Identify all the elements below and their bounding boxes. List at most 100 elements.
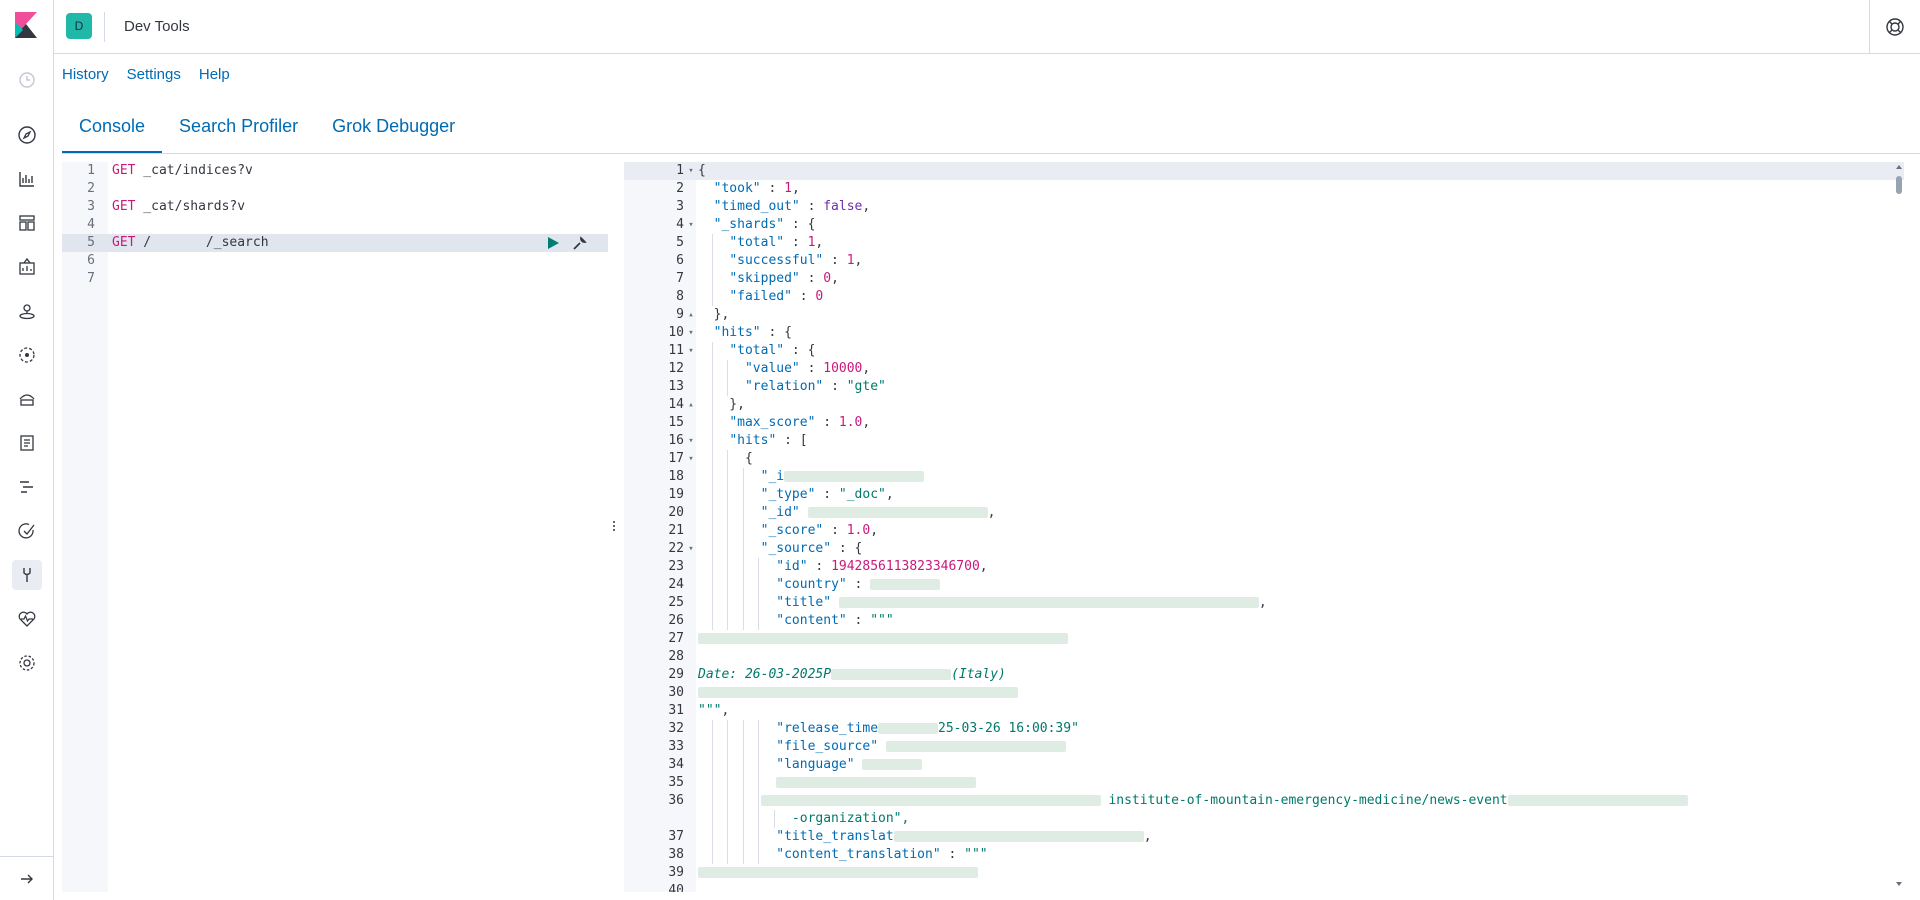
indent-guide xyxy=(711,414,713,432)
indent-guide xyxy=(742,810,744,828)
history-link[interactable]: History xyxy=(62,66,109,83)
indent-guide xyxy=(742,468,744,486)
response-line: 27 xyxy=(624,630,1904,648)
indent-guide xyxy=(727,522,729,540)
indent-guide xyxy=(727,450,729,468)
redacted-text xyxy=(807,507,988,518)
scroll-up-icon[interactable] xyxy=(1895,163,1903,171)
monitoring-icon[interactable] xyxy=(15,607,39,631)
management-gear-icon[interactable] xyxy=(15,651,39,675)
request-line[interactable]: 6 xyxy=(62,252,608,270)
response-line: 2 "took" : 1, xyxy=(676,181,800,196)
indent-guide xyxy=(742,756,744,774)
maps-icon[interactable] xyxy=(15,299,39,323)
response-line: 34 "language" xyxy=(624,756,1904,774)
redacted-text xyxy=(760,795,1101,806)
scroll-down-icon[interactable] xyxy=(1895,880,1903,888)
response-line: 24 "country" : xyxy=(624,576,1904,594)
indent-guide xyxy=(711,576,713,594)
tab-grok-debugger[interactable]: Grok Debugger xyxy=(315,106,472,154)
response-line: 3 "timed_out" : false, xyxy=(676,199,871,214)
line-number: 2 xyxy=(87,181,95,196)
indent-guide xyxy=(758,612,760,630)
uptime-icon[interactable] xyxy=(15,519,39,543)
canvas-icon[interactable] xyxy=(15,255,39,279)
redacted-text xyxy=(838,597,1259,608)
dashboard-icon[interactable] xyxy=(15,211,39,235)
expand-nav-button[interactable] xyxy=(0,856,54,900)
indent-guide xyxy=(727,576,729,594)
redacted-text xyxy=(831,669,952,680)
response-line: 15 "max_score" : 1.0, xyxy=(668,414,871,432)
indent-guide xyxy=(711,252,713,270)
response-output[interactable]: 1 ▾{ 2 "took" : 1, 3 "timed_out" : false,… xyxy=(624,162,1904,892)
request-line-active[interactable]: 5 GET / /_search xyxy=(62,234,608,252)
apm-icon[interactable] xyxy=(15,475,39,499)
kibana-logo[interactable] xyxy=(13,12,39,38)
request-editor[interactable]: 1 GET _cat/indices?v 2 3 GET _cat/shards?v… xyxy=(62,162,608,892)
response-line: -organization", xyxy=(624,810,1904,828)
space-avatar[interactable]: D xyxy=(66,13,92,39)
response-scrollbar-thumb[interactable] xyxy=(1896,176,1902,194)
tab-console[interactable]: Console xyxy=(62,106,163,154)
indent-guide xyxy=(758,738,760,756)
indent-guide xyxy=(758,828,760,846)
indent-guide xyxy=(742,612,744,630)
line-number: 5 xyxy=(87,235,95,250)
help-link[interactable]: Help xyxy=(199,66,230,83)
wrench-icon[interactable] xyxy=(572,235,588,251)
indent-guide xyxy=(742,486,744,504)
logs-icon[interactable] xyxy=(15,431,39,455)
request-line[interactable]: 7 xyxy=(62,270,608,288)
tab-search-profiler[interactable]: Search Profiler xyxy=(162,106,315,154)
indent-guide xyxy=(727,756,729,774)
redacted-text xyxy=(870,579,941,590)
indent-guide xyxy=(727,810,729,828)
indent-guide xyxy=(711,342,713,360)
play-icon[interactable] xyxy=(546,236,560,250)
discover-icon[interactable] xyxy=(15,123,39,147)
visualize-icon[interactable] xyxy=(15,167,39,191)
recently-viewed-icon[interactable] xyxy=(15,68,39,92)
side-nav xyxy=(0,0,54,900)
arrow-right-icon xyxy=(21,874,33,883)
infrastructure-icon[interactable] xyxy=(15,387,39,411)
indent-guide xyxy=(727,360,729,378)
help-icon[interactable] xyxy=(1884,16,1906,38)
response-line: 21 "_score" : 1.0, xyxy=(668,522,879,540)
settings-link[interactable]: Settings xyxy=(127,66,181,83)
response-line: 39 xyxy=(624,864,1904,882)
indent-guide xyxy=(711,360,713,378)
indent-guide xyxy=(711,738,713,756)
request-line[interactable]: 2 xyxy=(62,180,608,198)
redacted-text xyxy=(1507,795,1688,806)
line-number: 7 xyxy=(87,271,95,286)
request-path: _cat/indices?v xyxy=(135,163,253,178)
response-line: 37 "title_translat, xyxy=(668,828,1152,846)
line-number: 6 xyxy=(87,253,95,268)
machine-learning-icon[interactable] xyxy=(15,343,39,367)
indent-guide xyxy=(742,828,744,846)
dev-tools-icon[interactable] xyxy=(12,560,42,590)
pane-resizer[interactable] xyxy=(610,520,618,532)
indent-guide xyxy=(711,270,713,288)
indent-guide xyxy=(711,720,713,738)
indent-guide xyxy=(727,720,729,738)
response-line: 9 ▴ }, xyxy=(676,307,730,322)
response-line: 17 ▾ { xyxy=(668,450,753,468)
indent-guide xyxy=(758,720,760,738)
response-line: 32 "release_time 25-03-26 16:00:39" xyxy=(668,720,1079,738)
request-line[interactable]: 1 GET _cat/indices?v xyxy=(62,162,608,180)
indent-guide xyxy=(758,774,760,792)
request-line[interactable]: 3 GET _cat/shards?v xyxy=(62,198,608,216)
response-line: 40 xyxy=(668,883,684,892)
response-line: 18 "_i xyxy=(624,468,1904,486)
indent-guide xyxy=(758,846,760,864)
http-method: GET xyxy=(112,163,136,178)
indent-guide xyxy=(742,540,744,558)
indent-guide xyxy=(711,432,713,450)
response-line: 33 "file_source" xyxy=(624,738,1904,756)
indent-guide xyxy=(727,468,729,486)
request-line[interactable]: 4 xyxy=(62,216,608,234)
indent-guide xyxy=(711,450,713,468)
